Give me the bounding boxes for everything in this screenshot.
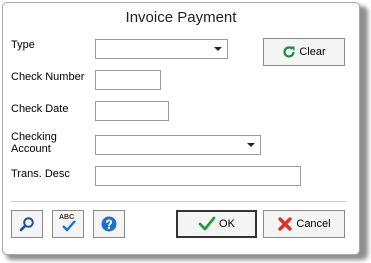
clear-button[interactable]: Clear	[263, 38, 345, 66]
trans-desc-label: Trans. Desc	[11, 168, 70, 180]
spellcheck-icon: ABC	[59, 214, 77, 233]
chevron-down-icon	[214, 47, 222, 51]
dialog-title: Invoice Payment	[125, 9, 237, 26]
search-button[interactable]	[11, 210, 43, 238]
help-button[interactable]	[93, 210, 125, 238]
checking-account-label-line1: Checking	[11, 131, 57, 143]
check-number-label: Check Number	[11, 71, 85, 83]
check-number-input[interactable]	[95, 70, 161, 90]
check-date-input[interactable]	[95, 101, 169, 121]
checkmark-icon	[198, 216, 216, 232]
ok-button[interactable]: OK	[176, 210, 257, 238]
help-icon	[101, 216, 117, 232]
cancel-label: Cancel	[296, 218, 331, 230]
invoice-payment-dialog: Invoice Payment Type Clear Check Number …	[2, 2, 360, 255]
chevron-down-icon	[247, 143, 255, 147]
cancel-button[interactable]: Cancel	[263, 210, 345, 238]
close-icon	[277, 216, 293, 232]
spellcheck-button[interactable]: ABC	[52, 210, 84, 238]
type-select[interactable]	[95, 39, 228, 59]
checking-account-label: Checking Account	[11, 131, 57, 155]
refresh-icon	[282, 45, 296, 59]
type-label: Type	[11, 39, 35, 51]
clear-label: Clear	[299, 46, 326, 58]
trans-desc-input[interactable]	[95, 166, 301, 186]
divider	[11, 201, 347, 202]
checking-account-select[interactable]	[95, 135, 261, 155]
checking-account-label-line2: Account	[11, 143, 51, 155]
search-icon	[19, 216, 35, 232]
check-date-label: Check Date	[11, 103, 69, 115]
ok-label: OK	[219, 218, 235, 230]
